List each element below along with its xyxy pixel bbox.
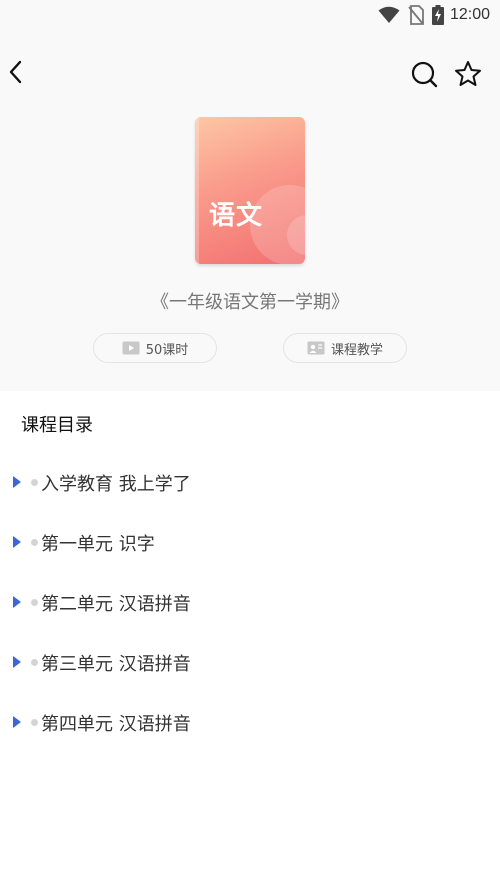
bullet-dot-icon xyxy=(31,659,38,666)
wifi-icon xyxy=(378,6,400,24)
catalog-item[interactable]: 第一单元 识字 xyxy=(0,513,500,573)
back-arrow-icon xyxy=(9,60,22,84)
bullet-dot-icon xyxy=(31,719,38,726)
catalog-item-label: 入学教育 我上学了 xyxy=(41,474,191,495)
no-sim-icon xyxy=(408,5,424,25)
status-time: 12:00 xyxy=(449,6,490,23)
status-icons: 12:00 xyxy=(378,4,490,26)
book-cover: 语文 xyxy=(195,117,305,264)
catalog-item-label: 第四单元 汉语拼音 xyxy=(41,714,191,735)
catalog-item[interactable]: 第二单元 汉语拼音 xyxy=(0,573,500,633)
search-icon xyxy=(411,61,438,88)
star-icon xyxy=(455,61,481,86)
teaching-tag[interactable]: 课程教学 xyxy=(283,333,407,363)
favorite-button[interactable] xyxy=(454,60,482,88)
cover-title: 语文 xyxy=(209,201,264,231)
expand-arrow-icon xyxy=(13,716,21,728)
book-spine xyxy=(195,117,199,264)
course-detail-screen: 12:00 语文 《一年级语文第一学期》 50课时 课程教学 课程目录 入学教育… xyxy=(0,0,500,888)
battery-charging-icon xyxy=(431,5,444,25)
catalog-item[interactable]: 第四单元 汉语拼音 xyxy=(0,693,500,753)
status-bar: 12:00 xyxy=(0,0,500,30)
lessons-count-tag: 50课时 xyxy=(93,333,217,363)
search-button[interactable] xyxy=(410,60,438,88)
lessons-count-label: 50课时 xyxy=(145,342,189,358)
video-icon xyxy=(122,341,140,355)
bullet-dot-icon xyxy=(31,599,38,606)
bullet-dot-icon xyxy=(31,479,38,486)
teacher-icon xyxy=(307,341,325,355)
catalog-item-label: 第三单元 汉语拼音 xyxy=(41,654,191,675)
course-name: 《一年级语文第一学期》 xyxy=(151,292,349,313)
expand-arrow-icon xyxy=(13,536,21,548)
expand-arrow-icon xyxy=(13,476,21,488)
expand-arrow-icon xyxy=(13,596,21,608)
catalog-item[interactable]: 入学教育 我上学了 xyxy=(0,453,500,513)
catalog-item[interactable]: 第三单元 汉语拼音 xyxy=(0,633,500,693)
catalog-list: 入学教育 我上学了 第一单元 识字 第二单元 汉语拼音 第三单元 汉语拼音 第四… xyxy=(0,453,500,753)
back-button[interactable] xyxy=(4,57,28,87)
teaching-label: 课程教学 xyxy=(330,342,383,358)
expand-arrow-icon xyxy=(13,656,21,668)
catalog-title: 课程目录 xyxy=(21,415,93,436)
catalog-item-label: 第二单元 汉语拼音 xyxy=(41,594,191,615)
catalog-item-label: 第一单元 识字 xyxy=(41,534,155,555)
bullet-dot-icon xyxy=(31,539,38,546)
